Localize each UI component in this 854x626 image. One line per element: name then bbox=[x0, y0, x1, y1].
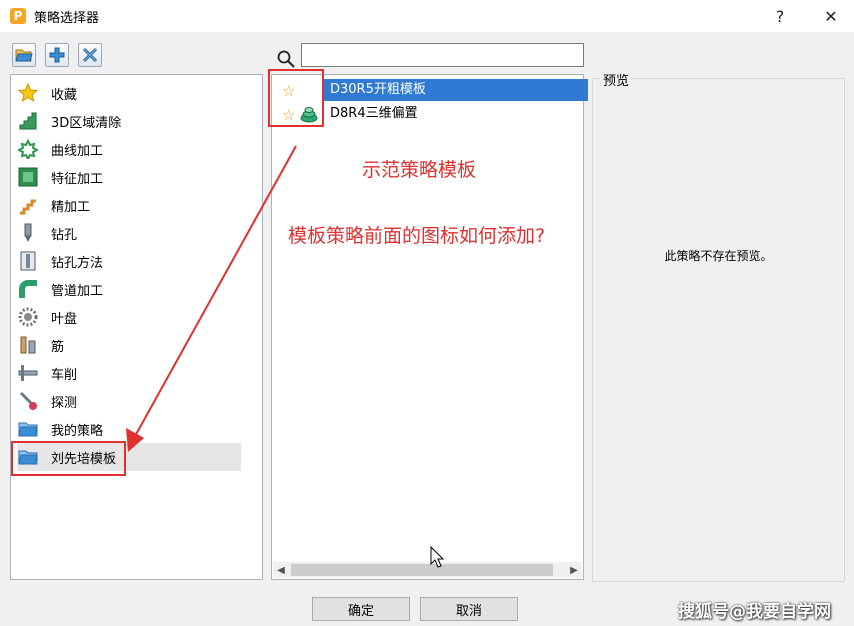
tree-item-finishing[interactable]: 精加工 bbox=[17, 191, 241, 219]
tree-item-label: 探测 bbox=[51, 395, 78, 411]
tree-item-rib[interactable]: 筋 bbox=[17, 331, 241, 359]
help-button[interactable]: ? bbox=[757, 0, 803, 32]
annotation-box-folder bbox=[11, 441, 126, 476]
tree-item-label: 收藏 bbox=[51, 87, 78, 103]
feature-icon bbox=[17, 166, 39, 188]
list-item-label: D8R4三维偏置 bbox=[330, 106, 418, 121]
drill-icon bbox=[17, 222, 39, 244]
curve-icon bbox=[17, 138, 39, 160]
search-icon bbox=[277, 50, 295, 68]
tree-item-label: 我的策略 bbox=[51, 423, 104, 439]
strategy-category-tree[interactable]: 收藏 3D区域清除 曲线加工 特征加工 精加工 钻孔 钻孔方法 管道加工 叶盘 … bbox=[10, 74, 263, 580]
annotation-box-icons bbox=[268, 69, 324, 127]
tree-item-feature[interactable]: 特征加工 bbox=[17, 163, 241, 191]
remove-tools-icon bbox=[82, 47, 98, 63]
preview-message: 此策略不存在预览。 bbox=[664, 249, 773, 263]
tree-item-label: 钻孔 bbox=[51, 227, 78, 243]
turning-icon bbox=[17, 362, 39, 384]
strategy-list[interactable]: ☆ D30R5开粗模板 ☆ D8R4三维偏置 ◀ ▶ bbox=[271, 74, 588, 580]
tree-item-label: 特征加工 bbox=[51, 171, 104, 187]
preview-panel bbox=[592, 78, 845, 582]
horizontal-scrollbar[interactable]: ◀ ▶ bbox=[273, 562, 582, 578]
tree-item-curve[interactable]: 曲线加工 bbox=[17, 135, 241, 163]
cancel-button[interactable]: 取消 bbox=[420, 597, 518, 621]
pipe-icon bbox=[17, 278, 39, 300]
tree-item-label: 车削 bbox=[51, 367, 78, 383]
tree-item-label: 筋 bbox=[51, 339, 65, 355]
add-button[interactable] bbox=[45, 43, 69, 67]
close-button[interactable]: ✕ bbox=[808, 0, 854, 32]
ok-button[interactable]: 确定 bbox=[312, 597, 410, 621]
list-item-label: D30R5开粗模板 bbox=[324, 79, 588, 101]
tree-item-blisk[interactable]: 叶盘 bbox=[17, 303, 241, 331]
tree-item-label: 精加工 bbox=[51, 199, 91, 215]
area-clear-icon bbox=[17, 110, 39, 132]
tree-item-label: 3D区域清除 bbox=[51, 115, 122, 131]
preview-title: 预览 bbox=[600, 70, 633, 89]
finishing-icon bbox=[17, 194, 39, 216]
title-bar: P 策略选择器 ? ✕ bbox=[0, 0, 854, 32]
watermark: 搜狐号@我要自学网 bbox=[678, 602, 831, 622]
scroll-right-icon[interactable]: ▶ bbox=[566, 565, 582, 576]
mouse-cursor-icon bbox=[430, 546, 444, 568]
remove-tools-button[interactable] bbox=[78, 43, 102, 67]
tree-item-my-strategies[interactable]: 我的策略 bbox=[17, 415, 241, 443]
tree-item-label: 钻孔方法 bbox=[51, 255, 104, 271]
tree-item-label: 管道加工 bbox=[51, 283, 104, 299]
scroll-left-icon[interactable]: ◀ bbox=[273, 565, 289, 576]
tree-item-label: 叶盘 bbox=[51, 311, 78, 327]
tree-item-drilling[interactable]: 钻孔 bbox=[17, 219, 241, 247]
annotation-question: 模板策略前面的图标如何添加? bbox=[288, 225, 546, 247]
star-icon bbox=[17, 82, 39, 104]
tree-item-3d-area-clear[interactable]: 3D区域清除 bbox=[17, 107, 241, 135]
drill-method-icon bbox=[17, 250, 39, 272]
rib-icon bbox=[17, 334, 39, 356]
tree-item-label: 曲线加工 bbox=[51, 143, 104, 159]
annotation-title: 示范策略模板 bbox=[362, 159, 477, 181]
probe-icon bbox=[17, 390, 39, 412]
scrollbar-thumb[interactable] bbox=[291, 564, 553, 576]
add-icon bbox=[49, 47, 65, 63]
search-input[interactable] bbox=[301, 43, 584, 67]
tree-item-turning[interactable]: 车削 bbox=[17, 359, 241, 387]
open-folder-icon bbox=[15, 49, 33, 62]
app-logo-icon: P bbox=[10, 8, 26, 24]
tree-item-drill-method[interactable]: 钻孔方法 bbox=[17, 247, 241, 275]
folder-icon bbox=[17, 418, 39, 440]
open-folder-button[interactable] bbox=[12, 43, 36, 67]
tree-item-pipe[interactable]: 管道加工 bbox=[17, 275, 241, 303]
blisk-icon bbox=[17, 306, 39, 328]
window-title: 策略选择器 bbox=[34, 10, 100, 26]
tree-item-favorites[interactable]: 收藏 bbox=[17, 79, 241, 107]
tree-item-probe[interactable]: 探测 bbox=[17, 387, 241, 415]
